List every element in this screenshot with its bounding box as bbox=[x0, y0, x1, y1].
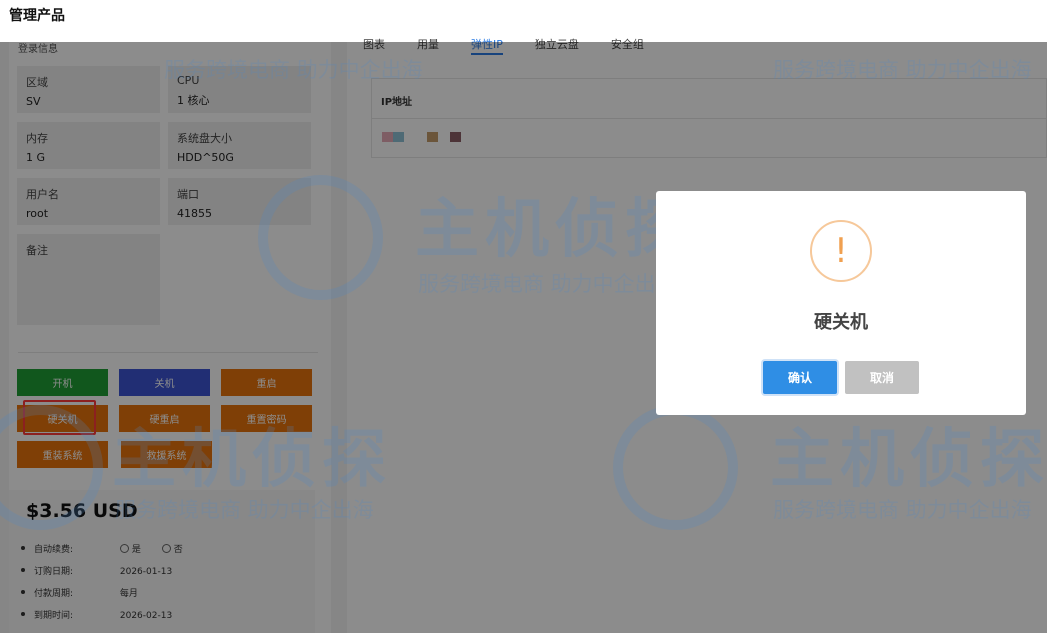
warning-icon: ! bbox=[810, 220, 872, 282]
dialog-title: 硬关机 bbox=[814, 312, 868, 333]
page-title: 管理产品 bbox=[9, 8, 65, 24]
confirm-dialog: ! 硬关机 确认 取消 bbox=[656, 191, 1026, 415]
confirm-button[interactable]: 确认 bbox=[763, 361, 837, 394]
cancel-button[interactable]: 取消 bbox=[845, 361, 919, 394]
